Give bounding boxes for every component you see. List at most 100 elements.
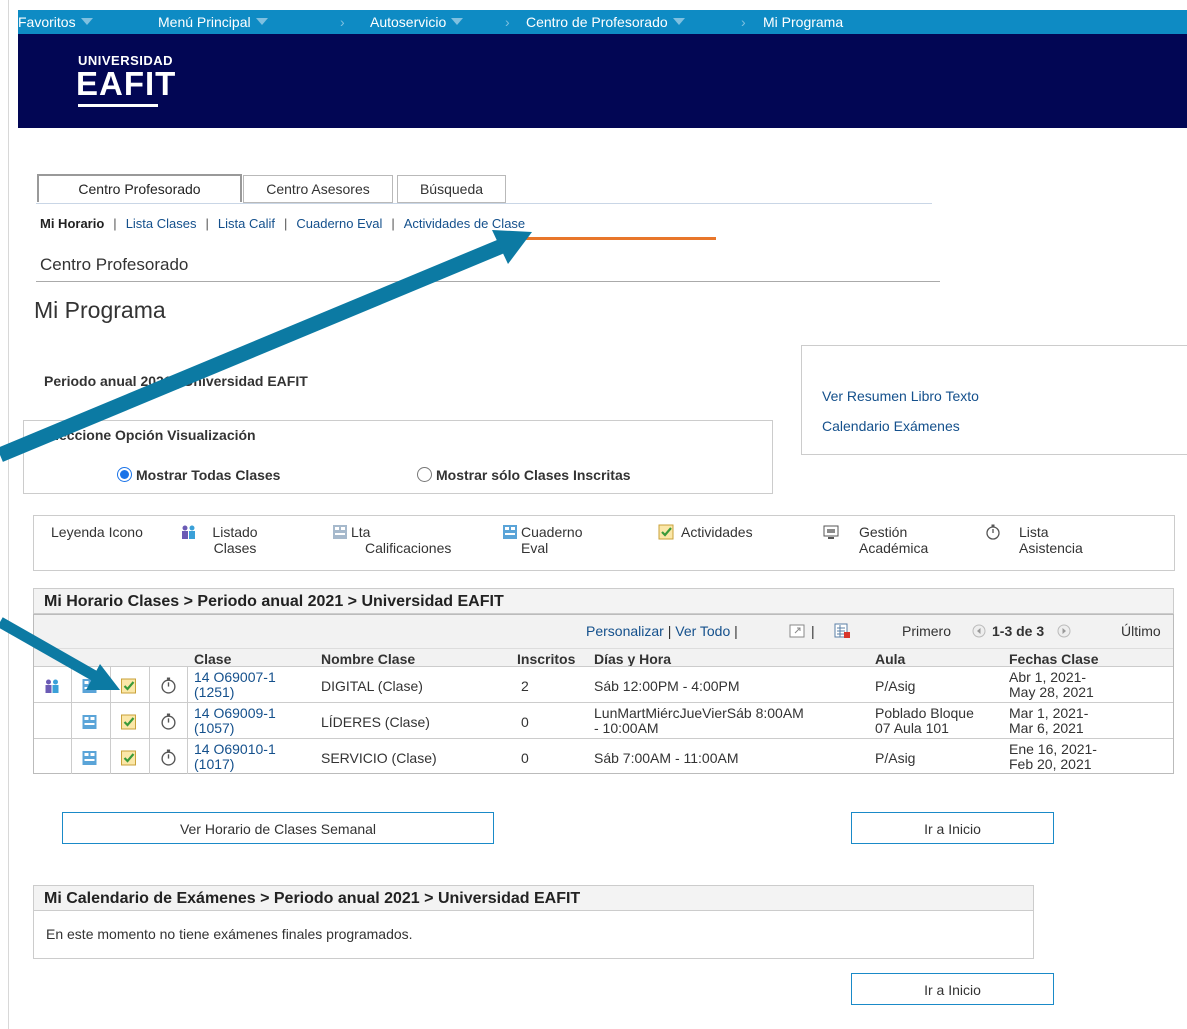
nav-autoservicio[interactable]: Autoservicio bbox=[370, 14, 464, 30]
breadcrumb-separator-icon: › bbox=[741, 14, 746, 30]
radio-empty-icon[interactable] bbox=[417, 467, 432, 482]
nav-centro-profesorado[interactable]: Centro de Profesorado bbox=[526, 14, 685, 30]
schedule-grid: Personalizar | Ver Todo | | Primero 1-3 … bbox=[33, 614, 1174, 774]
class-dates: Abr 1, 2021- May 28, 2021 bbox=[1009, 669, 1094, 700]
page-title: Mi Programa bbox=[34, 297, 166, 323]
section-divider bbox=[36, 281, 940, 282]
subnav-lista-calif[interactable]: Lista Calif bbox=[218, 216, 275, 231]
logo-main-text: EAFIT bbox=[76, 65, 177, 102]
days-hours: Sáb 7:00AM - 11:00AM bbox=[594, 750, 739, 766]
col-dias-hora: Días y Hora bbox=[594, 651, 672, 667]
radio-selected-icon[interactable] bbox=[117, 467, 132, 482]
tab-busqueda[interactable]: Búsqueda bbox=[397, 175, 506, 203]
stopwatch-icon bbox=[986, 524, 1000, 540]
legend-gestion-academica: Gestión Académica bbox=[859, 524, 929, 556]
activities-icon bbox=[658, 524, 674, 540]
academic-management-icon bbox=[823, 525, 839, 539]
tab-baseline bbox=[36, 203, 932, 204]
weekly-schedule-button[interactable]: Ver Horario de Clases Semanal bbox=[62, 812, 494, 844]
stopwatch-icon[interactable] bbox=[160, 677, 177, 694]
page-left-border bbox=[8, 0, 9, 1029]
chevron-down-icon bbox=[451, 18, 464, 25]
enrolled-count: 2 bbox=[521, 678, 529, 694]
activities-icon[interactable] bbox=[120, 750, 137, 766]
classroom: P/Asig bbox=[875, 750, 916, 766]
ultimo-label[interactable]: Último bbox=[1121, 623, 1161, 639]
table-row: 14 O69009-1 (1057) LÍDERES (Clase) 0 LunM… bbox=[34, 702, 1173, 739]
col-nombre-clase: Nombre Clase bbox=[321, 651, 416, 667]
chevron-down-icon bbox=[80, 18, 93, 25]
radio-mostrar-inscritas[interactable]: Mostrar sólo Clases Inscritas bbox=[417, 467, 631, 483]
next-page-icon[interactable] bbox=[1057, 624, 1071, 638]
highlight-underline bbox=[520, 237, 716, 240]
class-code-link[interactable]: 14 O69009-1 (1057) bbox=[194, 706, 276, 736]
gradebook-icon bbox=[503, 525, 517, 539]
logo-underline bbox=[78, 104, 158, 107]
prev-page-icon[interactable] bbox=[972, 624, 986, 638]
view-option-group: Seleccione Opción Visualización Mostrar … bbox=[23, 420, 773, 494]
table-row: 14 O69010-1 (1017) SERVICIO (Clase) 0 Sáb… bbox=[34, 738, 1173, 775]
exam-calendar-title: Mi Calendario de Exámenes > Periodo anua… bbox=[33, 885, 1034, 911]
gradebook-icon[interactable] bbox=[81, 750, 98, 766]
activities-icon[interactable] bbox=[120, 714, 137, 730]
class-dates: Mar 1, 2021- Mar 6, 2021 bbox=[1009, 705, 1089, 736]
grid-toolbar: Personalizar | Ver Todo | | Primero 1-3 … bbox=[34, 615, 1173, 648]
days-hours: LunMartMiércJueVierSáb 8:00AM - 10:00AM bbox=[594, 705, 804, 736]
legend-cuaderno-eval: Cuaderno Eval bbox=[521, 524, 583, 556]
class-name: DIGITAL (Clase) bbox=[321, 678, 423, 694]
col-aula: Aula bbox=[875, 651, 906, 667]
ver-todo-link[interactable]: Ver Todo bbox=[675, 623, 730, 639]
primero-label[interactable]: Primero bbox=[902, 623, 951, 639]
link-resumen-libro-texto[interactable]: Ver Resumen Libro Texto bbox=[822, 388, 979, 404]
arrow-head-icon bbox=[492, 230, 532, 264]
enrolled-count: 0 bbox=[521, 750, 529, 766]
zoom-icon[interactable] bbox=[789, 624, 805, 638]
stopwatch-icon[interactable] bbox=[160, 749, 177, 766]
icon-legend: Leyenda Icono Listado Clases Lta Calificac… bbox=[33, 515, 1175, 571]
class-code-link[interactable]: 14 O69010-1 (1017) bbox=[194, 742, 276, 772]
col-inscritos: Inscritos bbox=[517, 651, 576, 667]
gradebook-icon[interactable] bbox=[81, 714, 98, 730]
link-calendario-examenes[interactable]: Calendario Exámenes bbox=[822, 418, 960, 434]
nav-menu-principal[interactable]: Menú Principal bbox=[158, 14, 268, 30]
period-label: Periodo anual 2021 | Universidad EAFIT bbox=[44, 373, 308, 389]
tab-centro-profesorado[interactable]: Centro Profesorado bbox=[37, 174, 242, 202]
download-grid-icon[interactable] bbox=[834, 623, 851, 639]
chevron-down-icon bbox=[672, 18, 685, 25]
radio-mostrar-todas[interactable]: Mostrar Todas Clases bbox=[117, 467, 280, 483]
header-banner: UNIVERSIDAD EAFIT bbox=[18, 34, 1187, 128]
days-hours: Sáb 12:00PM - 4:00PM bbox=[594, 678, 740, 694]
activities-icon[interactable] bbox=[120, 678, 137, 694]
tab-centro-asesores[interactable]: Centro Asesores bbox=[243, 175, 393, 203]
table-row: 14 O69007-1 (1251) DIGITAL (Clase) 2 Sáb … bbox=[34, 666, 1173, 703]
legend-lista-asistencia: Lista Asistencia bbox=[1019, 524, 1083, 556]
legend-title: Leyenda Icono bbox=[51, 524, 143, 540]
breadcrumb-separator-icon: › bbox=[505, 14, 510, 30]
top-nav-bar: Favoritos Menú Principal › Autoservicio … bbox=[18, 10, 1187, 34]
enrolled-count: 0 bbox=[521, 714, 529, 730]
grade-roster-icon bbox=[333, 525, 347, 539]
personalizar-link[interactable]: Personalizar bbox=[586, 623, 664, 639]
section-title: Centro Profesorado bbox=[40, 255, 189, 274]
class-name: SERVICIO (Clase) bbox=[321, 750, 437, 766]
subnav-lista-clases[interactable]: Lista Clases bbox=[126, 216, 197, 231]
side-links-box: Ver Resumen Libro Texto Calendario Exáme… bbox=[801, 345, 1187, 455]
subnav-actividades-clase[interactable]: Actividades de Clase bbox=[404, 216, 525, 231]
home-button[interactable]: Ir a Inicio bbox=[851, 812, 1054, 844]
legend-actividades: Actividades bbox=[681, 524, 753, 540]
class-code-link[interactable]: 14 O69007-1 (1251) bbox=[194, 670, 276, 700]
schedule-grid-title: Mi Horario Clases > Periodo anual 2021 >… bbox=[33, 588, 1174, 614]
page-range: 1-3 de 3 bbox=[992, 623, 1045, 639]
classroom: P/Asig bbox=[875, 678, 916, 694]
legend-lta-calificaciones: Lta Calificaciones bbox=[351, 524, 452, 556]
subnav-cuaderno-eval[interactable]: Cuaderno Eval bbox=[296, 216, 382, 231]
stopwatch-icon[interactable] bbox=[160, 713, 177, 730]
nav-favoritos[interactable]: Favoritos bbox=[18, 14, 93, 30]
nav-mi-programa[interactable]: Mi Programa bbox=[763, 14, 843, 30]
class-roster-icon bbox=[182, 525, 195, 539]
home-button-bottom[interactable]: Ir a Inicio bbox=[851, 973, 1054, 1005]
gradebook-icon[interactable] bbox=[81, 678, 98, 694]
classroom: Poblado Bloque 07 Aula 101 bbox=[875, 705, 974, 736]
class-roster-icon[interactable] bbox=[44, 678, 61, 694]
view-option-label: Seleccione Opción Visualización bbox=[38, 427, 256, 443]
